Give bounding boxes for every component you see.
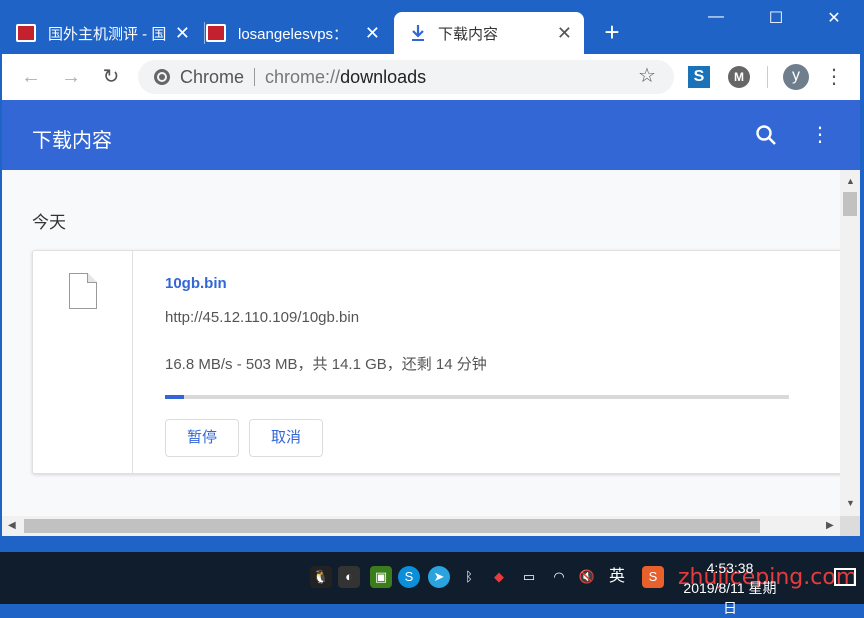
sogou-input-icon[interactable]: S [642,566,664,588]
title-bar: 国外主机测评 - 国 ✕ losangelesvps： ✕ 下载内容 ✕ + —… [0,0,864,54]
tab-downloads[interactable]: 下载内容 ✕ [394,12,584,54]
more-options-icon[interactable]: ⋮ [810,124,830,146]
close-icon[interactable]: ✕ [365,23,380,44]
system-clock[interactable]: 4:53:38 2019/8/11 星期日 [682,558,778,618]
tab-title: 国外主机测评 - 国 [48,25,167,43]
speaker-app-icon[interactable]: ◐ [338,566,360,588]
reload-icon[interactable]: ↻ [98,64,124,90]
bookmark-star-icon[interactable]: ☆ [638,63,656,88]
close-icon[interactable]: ✕ [557,23,572,44]
site-favicon-icon [206,24,226,42]
file-name-link[interactable]: 10gb.bin [165,275,227,292]
date-section-label: 今天 [32,213,66,232]
cancel-button[interactable]: 取消 [249,419,323,457]
tab-title: losangelesvps： [238,25,349,43]
url-path: downloads [340,66,427,87]
site-favicon-icon [16,24,36,42]
scroll-left-arrow-icon[interactable]: ◀ [8,520,16,531]
s-extension-icon[interactable]: S [688,66,710,88]
input-method-indicator[interactable]: 英 [606,566,628,588]
chrome-logo-icon [154,69,170,85]
scroll-down-arrow-icon[interactable]: ▼ [846,498,855,508]
clock-date: 2019/8/11 星期日 [683,580,777,616]
qq-icon[interactable]: 🐧 [310,566,332,588]
vertical-scrollbar[interactable]: ▲ ▼ [840,170,860,516]
telegram-icon[interactable]: ➤ [428,566,450,588]
file-icon [69,273,97,309]
site-chip: Chrome [180,66,245,87]
download-item: 10gb.bin http://45.12.110.109/10gb.bin 1… [32,250,840,474]
nvidia-icon[interactable]: ▣ [370,566,392,588]
new-tab-button[interactable]: + [600,19,624,45]
profile-avatar[interactable]: y [783,64,809,90]
minimize-button[interactable]: — [696,8,736,30]
toolbar-divider [767,66,768,88]
download-status: 16.8 MB/s - 503 MB，共 14.1 GB，还剩 14 分钟 [165,356,487,373]
scrollbar-corner [840,516,860,536]
scrollbar-thumb[interactable] [24,519,760,533]
browser-toolbar: ← → ↻ Chrome chrome:// downloads ☆ S M y… [2,54,860,100]
scrollbar-thumb[interactable] [843,192,857,216]
back-arrow-icon[interactable]: ← [18,64,44,90]
forward-arrow-icon[interactable]: → [58,64,84,90]
downloads-list: 今天 10gb.bin http://45.12.110.109/10gb.bi… [2,170,840,516]
bluetooth-icon[interactable]: ᛒ [458,566,480,588]
windows-taskbar: 🐧 ◐ ▣ S ➤ ᛒ ◆ ▭ ◠ 🔇 英 S zhujiceping.com … [0,552,864,616]
clock-time: 4:53:38 [706,560,754,576]
downloads-header: 下载内容 ⋮ [2,100,860,170]
page-title: 下载内容 [32,130,112,152]
close-icon[interactable]: ✕ [175,23,190,44]
maximize-button[interactable]: ☐ [756,8,796,30]
tray-app-icon[interactable]: ◆ [488,566,510,588]
tab-title: 下载内容 [438,25,499,43]
close-window-button[interactable]: ✕ [814,8,854,30]
tab-1[interactable]: 国外主机测评 - 国 ✕ [16,12,202,54]
browser-menu-icon[interactable]: ⋮ [824,66,844,88]
wifi-icon[interactable]: ◠ [548,566,570,588]
address-bar[interactable]: Chrome chrome:// downloads [138,60,674,94]
download-progress-bar [165,395,789,399]
file-icon-column [33,251,133,473]
horizontal-scrollbar[interactable]: ◀ ▶ [2,516,840,536]
search-icon[interactable] [754,123,778,147]
battery-icon[interactable]: ▭ [518,566,540,588]
m-extension-icon[interactable]: M [728,66,750,88]
download-icon [412,25,424,41]
skype-icon[interactable]: S [398,566,420,588]
omnibox-divider [254,68,256,86]
scroll-up-arrow-icon[interactable]: ▲ [846,176,855,186]
url-scheme: chrome:// [265,66,341,87]
tab-2[interactable]: losangelesvps： ✕ [206,12,392,54]
volume-muted-icon[interactable]: 🔇 [576,566,598,588]
tab-divider [204,22,205,44]
progress-fill [165,395,184,399]
notification-icon[interactable] [834,568,856,586]
scroll-right-arrow-icon[interactable]: ▶ [826,520,834,531]
pause-button[interactable]: 暂停 [165,419,239,457]
file-url[interactable]: http://45.12.110.109/10gb.bin [165,309,359,326]
